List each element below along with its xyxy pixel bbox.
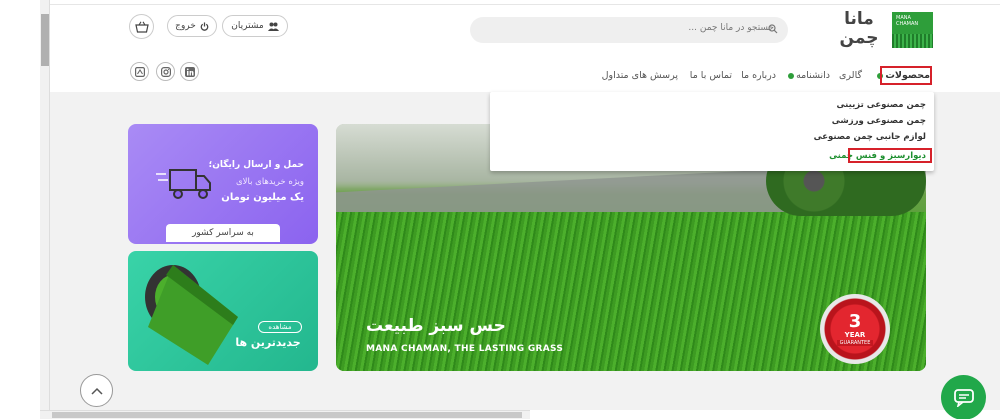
top-divider — [50, 4, 1000, 5]
nav-item-encyclopedia[interactable]: دانشنامه — [786, 70, 830, 81]
dropdown-item-decorative[interactable]: چمن مصنوعی تزیینی — [837, 100, 926, 110]
dropdown-item-accessories[interactable]: لوازم جانبی چمن مصنوعی — [814, 132, 926, 142]
instagram-button[interactable] — [156, 62, 175, 81]
highlight-box-products — [880, 66, 932, 85]
linkedin-button[interactable] — [180, 62, 199, 81]
seal-label: YEAR — [844, 330, 866, 339]
cart-button[interactable] — [129, 14, 154, 39]
newest-banner[interactable]: مشاهده جدیدترین ها — [128, 251, 318, 371]
guarantee-seal: 3 YEAR GUARANTEE — [820, 294, 890, 364]
seal-tag: GUARANTEE — [836, 339, 874, 346]
power-icon — [200, 21, 209, 31]
users-icon — [267, 22, 279, 31]
customers-button[interactable]: مشتریان — [222, 15, 288, 37]
nav-dot — [788, 72, 795, 79]
chat-icon — [953, 388, 974, 407]
hero-title: حس سبز طبیعت — [366, 316, 506, 336]
logout-button[interactable]: خروج — [167, 15, 217, 37]
nav-item-faq[interactable]: پرسش های متداول — [602, 70, 678, 81]
chevron-up-icon — [90, 387, 103, 395]
delivery-banner[interactable]: حمل و ارسال رایگان؛ ویژه خریدهای بالای ی… — [128, 124, 318, 244]
seal-number: 3 — [848, 310, 862, 332]
basket-icon — [134, 21, 149, 33]
linkedin-icon — [184, 66, 195, 77]
dropdown-item-sports[interactable]: چمن مصنوعی ورزشی — [832, 116, 926, 126]
delivery-line2: ویژه خریدهای بالای — [236, 177, 304, 187]
newest-title: جدیدترین ها — [235, 336, 301, 349]
delivery-footer: به سراسر کشور — [166, 224, 280, 242]
horizontal-scrollbar[interactable] — [40, 410, 530, 419]
search-placeholder: جستجو در مانا چمن ... — [688, 23, 774, 33]
search-input[interactable]: جستجو در مانا چمن ... — [470, 17, 788, 43]
hero-subtitle: MANA CHAMAN, THE LASTING GRASS — [366, 344, 564, 354]
instagram-icon — [160, 66, 171, 77]
logo-mark-text: MANA CHAMAN — [896, 15, 919, 27]
delivery-line3: یک میلیون تومان — [221, 192, 304, 203]
grass-roll-image — [145, 265, 238, 365]
logout-label: خروج — [175, 21, 196, 31]
site-logo[interactable]: مانا چمن MANA CHAMAN — [830, 9, 935, 48]
nav-item-contact[interactable]: تماس‌ با ما — [690, 70, 732, 81]
nav-item-about[interactable]: درباره ما — [741, 70, 776, 81]
site-button[interactable] — [130, 62, 149, 81]
nav-item-gallery[interactable]: گالری — [839, 70, 862, 81]
site-icon — [134, 66, 145, 77]
search-icon — [768, 24, 778, 34]
view-badge[interactable]: مشاهده — [258, 321, 302, 333]
customers-label: مشتریان — [231, 21, 264, 31]
delivery-line1: حمل و ارسال رایگان؛ — [208, 160, 304, 170]
truck-icon — [156, 169, 211, 199]
vertical-scrollbar-thumb[interactable] — [41, 14, 49, 66]
logo-grass — [892, 34, 933, 48]
highlight-box-green-wall — [848, 148, 932, 163]
horizontal-scrollbar-thumb[interactable] — [52, 412, 522, 418]
vertical-scrollbar[interactable] — [40, 0, 50, 419]
chat-button[interactable] — [941, 375, 986, 419]
logo-text: مانا چمن — [839, 9, 879, 48]
scroll-to-top-button[interactable] — [80, 374, 113, 407]
logo-mark: MANA CHAMAN — [892, 12, 933, 48]
